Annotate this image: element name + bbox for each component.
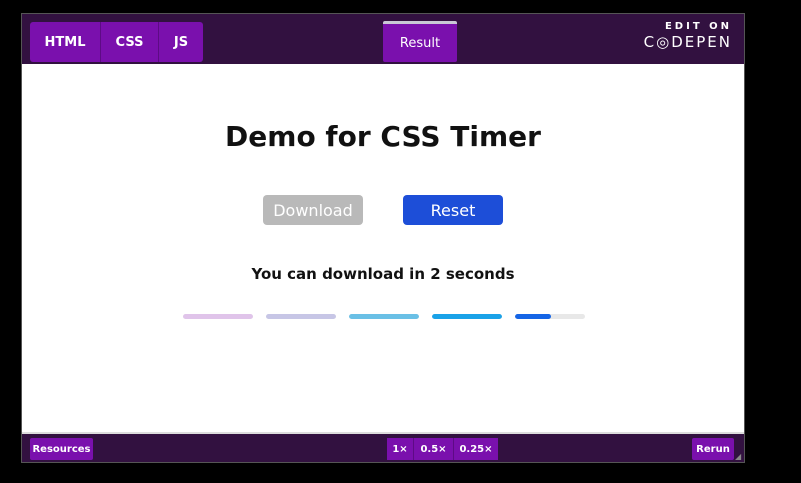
- zoom-0-25x-button[interactable]: 0.25×: [454, 438, 498, 460]
- page-title: Demo for CSS Timer: [225, 120, 541, 153]
- editor-tabs: HTML CSS JS: [30, 22, 203, 62]
- progress-bar-1: [183, 314, 253, 319]
- download-button[interactable]: Download: [263, 195, 363, 225]
- result-pane: Demo for CSS Timer Download Reset You ca…: [22, 64, 744, 432]
- top-bar: HTML CSS JS Result EDIT ON C◎DEPEN: [22, 14, 744, 64]
- progress-bar-5: [515, 314, 585, 319]
- progress-bar-fill: [183, 314, 253, 319]
- codepen-embed-frame: HTML CSS JS Result EDIT ON C◎DEPEN Demo …: [21, 13, 745, 463]
- zoom-1x-button[interactable]: 1×: [387, 438, 414, 460]
- progress-bar-fill: [349, 314, 419, 319]
- tab-result[interactable]: Result: [383, 21, 457, 62]
- edit-on-codepen-link[interactable]: EDIT ON C◎DEPEN: [644, 21, 732, 51]
- progress-bar-3: [349, 314, 419, 319]
- codepen-logo: C◎DEPEN: [643, 33, 732, 51]
- reset-button[interactable]: Reset: [403, 195, 503, 225]
- progress-bar-2: [266, 314, 336, 319]
- progress-bar-fill: [515, 314, 552, 319]
- progress-bar-4: [432, 314, 502, 319]
- tab-html[interactable]: HTML: [30, 22, 101, 62]
- tab-js[interactable]: JS: [159, 22, 203, 62]
- zoom-0-5x-button[interactable]: 0.5×: [414, 438, 454, 460]
- resources-button[interactable]: Resources: [30, 438, 93, 460]
- progress-bar-fill: [432, 314, 502, 319]
- rerun-button[interactable]: Rerun: [692, 438, 734, 460]
- progress-bar-fill: [266, 314, 336, 319]
- zoom-controls: 1× 0.5× 0.25×: [387, 438, 498, 460]
- countdown-message: You can download in 2 seconds: [251, 265, 515, 283]
- resize-handle-icon[interactable]: ◢: [735, 453, 743, 461]
- bottom-bar: Resources 1× 0.5× 0.25× Rerun: [22, 432, 744, 462]
- edit-on-label: EDIT ON: [664, 21, 732, 32]
- tab-css[interactable]: CSS: [101, 22, 159, 62]
